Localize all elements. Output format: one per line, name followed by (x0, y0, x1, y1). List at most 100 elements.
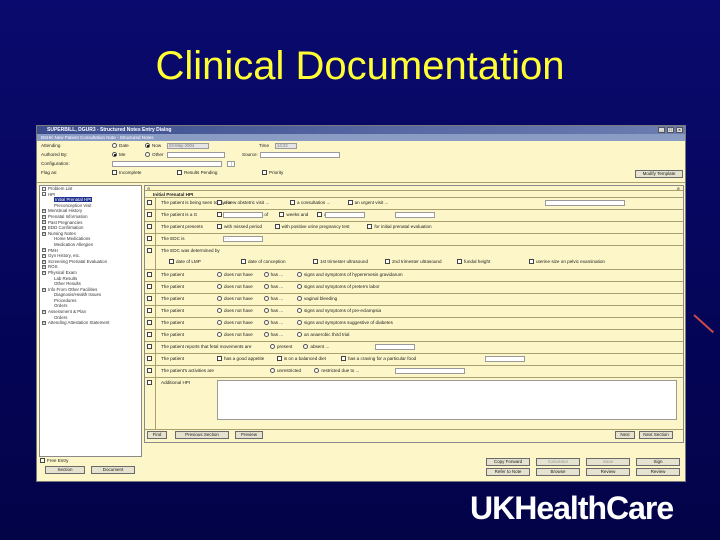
row-checkbox[interactable] (147, 296, 152, 301)
date-field[interactable]: 03-May-2004 (167, 143, 209, 149)
row-checkbox[interactable] (147, 236, 152, 241)
time-field[interactable]: 14:22 (275, 143, 297, 149)
gp-field[interactable] (223, 212, 263, 218)
source-field[interactable] (260, 152, 340, 158)
option-checkbox[interactable] (276, 355, 282, 361)
option-radio[interactable] (297, 271, 302, 277)
option-radio[interactable] (263, 283, 269, 289)
next-section-button[interactable]: Next Section (639, 431, 673, 439)
option-checkbox[interactable] (279, 211, 285, 217)
option-radio[interactable] (297, 295, 302, 301)
now-radio[interactable] (145, 143, 150, 148)
option-checkbox[interactable] (217, 355, 222, 361)
option-checkbox[interactable] (274, 223, 280, 229)
row-checkbox[interactable] (147, 332, 152, 337)
option-radio[interactable] (270, 343, 275, 349)
fetal-movement-field[interactable] (375, 344, 415, 350)
tree-expander-icon[interactable]: + (42, 209, 46, 214)
activity-restriction-field[interactable] (395, 368, 465, 374)
option-checkbox[interactable] (217, 199, 222, 205)
results-pending-checkbox[interactable] (177, 170, 182, 175)
option-checkbox[interactable] (347, 199, 353, 205)
option-checkbox[interactable] (290, 199, 295, 205)
priority-checkbox[interactable] (262, 170, 267, 175)
next-button[interactable]: Next (615, 431, 635, 439)
option-radio[interactable] (303, 343, 309, 349)
row-checkbox[interactable] (147, 248, 152, 253)
modify-template-button[interactable]: Modify Template (635, 170, 683, 178)
option-checkbox[interactable] (457, 259, 462, 264)
tree-expander-icon[interactable]: + (42, 321, 46, 326)
copy-forward-button[interactable]: Copy Forward (486, 458, 530, 466)
tree-expander-icon[interactable]: + (42, 265, 46, 270)
additional-hpi-textarea[interactable] (217, 380, 677, 420)
tree-item[interactable]: + Attending Attestation Statement (40, 320, 141, 326)
option-checkbox[interactable] (313, 259, 318, 264)
option-checkbox[interactable] (241, 259, 246, 264)
option-checkbox[interactable] (529, 259, 534, 264)
tree-expander-icon[interactable]: + (42, 287, 46, 292)
option-radio[interactable] (297, 307, 302, 313)
row-checkbox[interactable] (147, 212, 152, 217)
find-button[interactable]: Find (147, 431, 167, 439)
tree-expander-icon[interactable]: + (42, 226, 46, 230)
option-radio[interactable] (297, 331, 302, 337)
preview-button[interactable]: Preview (235, 431, 263, 439)
review-button[interactable]: Review (586, 468, 630, 476)
other-author-field[interactable] (167, 152, 225, 158)
section-button[interactable]: Section (45, 466, 85, 474)
tree-expander-icon[interactable]: + (42, 248, 46, 253)
row-checkbox[interactable] (147, 272, 152, 277)
row-checkbox[interactable] (147, 308, 152, 313)
option-checkbox[interactable] (367, 223, 373, 229)
me-radio[interactable] (112, 152, 117, 157)
tree-expander-icon[interactable]: + (42, 253, 46, 258)
row-checkbox[interactable] (147, 368, 152, 373)
row-checkbox[interactable] (147, 224, 152, 229)
tree-expander-icon[interactable]: + (42, 231, 46, 236)
browse-button[interactable]: Browse (536, 468, 580, 476)
option-radio[interactable] (263, 307, 269, 313)
previous-section-button[interactable]: Previous Section (175, 431, 229, 439)
row-checkbox[interactable] (147, 344, 152, 349)
free-entry-checkbox[interactable] (40, 458, 45, 463)
maximize-button[interactable]: □ (667, 127, 674, 133)
tree-expander-icon[interactable]: + (42, 259, 46, 264)
option-checkbox[interactable] (317, 211, 323, 217)
option-radio[interactable] (217, 319, 222, 325)
edc-field[interactable]: - - (223, 236, 263, 242)
option-radio[interactable] (217, 295, 222, 301)
other-radio[interactable] (145, 152, 150, 157)
option-radio[interactable] (314, 367, 320, 373)
option-radio[interactable] (263, 295, 269, 301)
tree-expander-icon[interactable]: + (42, 270, 46, 275)
option-radio[interactable] (297, 283, 302, 289)
option-checkbox[interactable] (341, 355, 346, 361)
row-checkbox[interactable] (147, 380, 152, 385)
tree-expander-icon[interactable]: + (42, 214, 46, 219)
option-radio[interactable] (263, 319, 269, 325)
row-checkbox[interactable] (147, 284, 152, 289)
gp-field[interactable] (395, 212, 435, 218)
option-radio[interactable] (217, 331, 222, 337)
date-radio[interactable] (112, 143, 117, 148)
document-button[interactable]: Document (91, 466, 135, 474)
refer-to-note-button[interactable]: Refer to Note (486, 468, 530, 476)
option-radio[interactable] (263, 331, 269, 337)
option-checkbox[interactable] (217, 211, 222, 217)
gp-field[interactable] (325, 212, 365, 218)
minimize-button[interactable]: _ (658, 127, 665, 133)
tree-expander-icon[interactable]: - (42, 192, 46, 197)
configuration-dropdown[interactable]: | (227, 161, 235, 167)
option-radio[interactable] (217, 307, 222, 313)
option-radio[interactable] (297, 319, 302, 325)
incomplete-checkbox[interactable] (112, 170, 117, 175)
option-checkbox[interactable] (385, 259, 390, 264)
visit-reason-field[interactable] (545, 200, 625, 206)
tree-expander-icon[interactable]: + (42, 220, 46, 225)
tree-expander-icon[interactable]: + (42, 309, 46, 314)
row-checkbox[interactable] (147, 320, 152, 325)
row-checkbox[interactable] (147, 356, 152, 361)
food-craving-field[interactable] (485, 356, 525, 362)
option-checkbox[interactable] (169, 259, 174, 264)
